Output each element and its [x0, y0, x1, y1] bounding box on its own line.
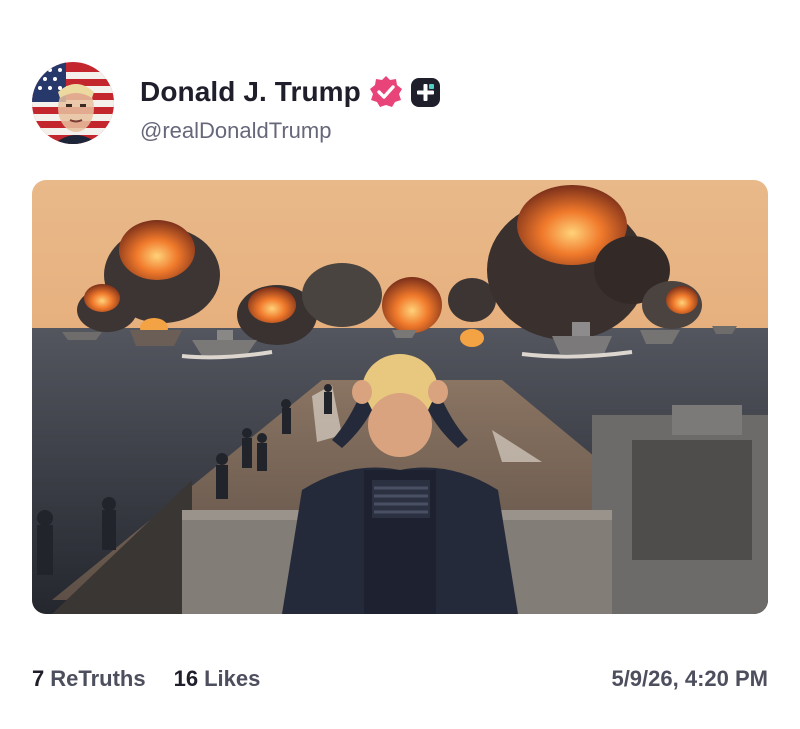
post-stats: 7 ReTruths 16 Likes 5/9/26, 4:20 PM — [32, 664, 768, 694]
verified-badge-icon — [369, 76, 402, 107]
plus-badge-icon — [410, 77, 440, 107]
retruths-label: ReTruths — [50, 666, 146, 691]
author-display-name[interactable]: Donald J. Trump — [140, 76, 361, 108]
likes-count: 16 — [173, 666, 199, 691]
post-timestamp[interactable]: 5/9/26, 4:20 PM — [611, 666, 768, 692]
retruths-count: 7 — [32, 666, 45, 691]
truth-post: Donald J. Trump @realDonaldTrump 7 ReTru… — [0, 0, 800, 729]
likes-stat[interactable]: 16 Likes — [174, 666, 261, 692]
retruths-stat[interactable]: 7 ReTruths — [32, 666, 146, 692]
post-image[interactable] — [32, 180, 768, 614]
likes-label: Likes — [204, 666, 261, 691]
author-handle[interactable]: @realDonaldTrump — [140, 118, 331, 144]
author-name-row: Donald J. Trump — [140, 72, 440, 112]
author-avatar[interactable] — [32, 62, 114, 144]
